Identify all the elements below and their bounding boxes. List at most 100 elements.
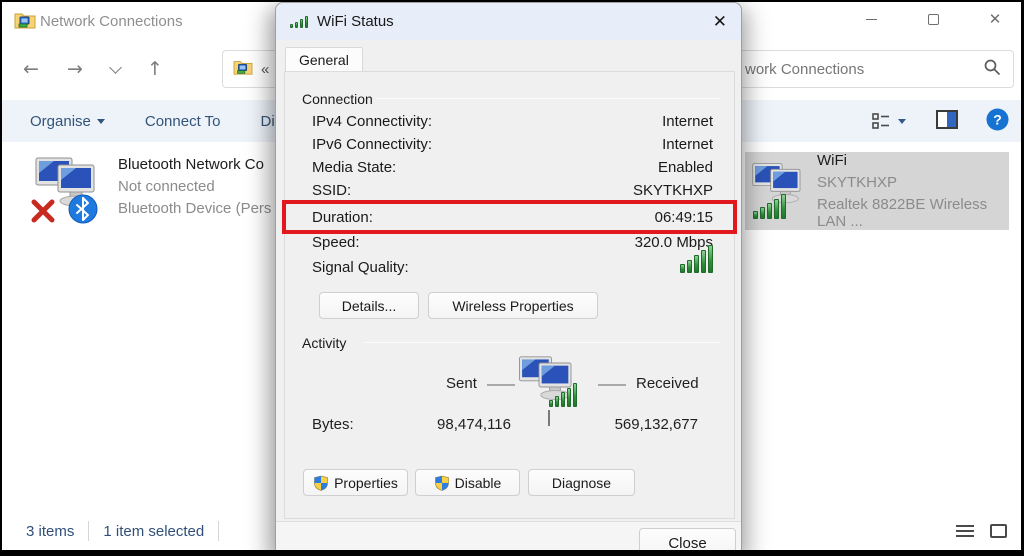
search-text: work Connections bbox=[745, 61, 864, 78]
organise-label: Organise bbox=[30, 113, 91, 130]
close-label: Close bbox=[668, 535, 706, 552]
row-label: IPv6 Connectivity: bbox=[312, 136, 432, 153]
row-label: Speed: bbox=[312, 234, 360, 251]
details-view-icon bbox=[872, 113, 891, 129]
bluetooth-device: Bluetooth Device (Pers bbox=[118, 200, 271, 217]
diagnose-button[interactable]: Diagnose bbox=[528, 469, 635, 496]
search-icon[interactable] bbox=[983, 58, 1001, 80]
signal-quality-bars-icon bbox=[680, 245, 713, 277]
activity-computer-icon bbox=[517, 355, 581, 413]
address-folder-icon bbox=[233, 58, 253, 80]
view-options-button[interactable] bbox=[872, 113, 906, 129]
maximize-icon bbox=[928, 14, 939, 25]
bluetooth-adapter-icon bbox=[28, 150, 106, 228]
bluetooth-status: Not connected bbox=[118, 178, 271, 195]
help-button[interactable]: ? bbox=[986, 108, 1009, 135]
forward-button[interactable]: → bbox=[60, 54, 90, 84]
row-ssid: SSID: SKYTKHXP bbox=[312, 182, 713, 202]
dialog-title: WiFi Status bbox=[317, 13, 394, 30]
connect-to-button[interactable]: Connect To bbox=[145, 113, 221, 130]
bluetooth-title: Bluetooth Network Co bbox=[118, 156, 271, 173]
wifi-title: WiFi bbox=[817, 152, 1009, 169]
bytes-label: Bytes: bbox=[312, 416, 354, 433]
window-title: Network Connections bbox=[40, 13, 183, 30]
recent-locations-button[interactable] bbox=[100, 54, 130, 84]
details-button[interactable]: Details... bbox=[319, 292, 419, 319]
row-value: 06:49:15 bbox=[655, 209, 713, 226]
connect-to-label: Connect To bbox=[145, 113, 221, 130]
disable-label: Disable bbox=[455, 475, 502, 491]
thumbnail-view-button[interactable] bbox=[990, 524, 1007, 538]
wifi-adapter-name: Realtek 8822BE Wireless LAN ... bbox=[817, 196, 1009, 230]
chevron-down-icon bbox=[109, 61, 122, 74]
row-label: Media State: bbox=[312, 159, 396, 176]
divider bbox=[376, 98, 721, 99]
row-media-state: Media State: Enabled bbox=[312, 159, 713, 179]
properties-button[interactable]: Properties bbox=[303, 469, 408, 496]
row-label: IPv4 Connectivity: bbox=[312, 113, 432, 130]
dialog-close-button[interactable]: ✕ bbox=[713, 12, 727, 32]
caret-down-icon bbox=[97, 119, 105, 124]
frame-edge bbox=[0, 0, 2, 556]
disable-button[interactable]: Disable bbox=[415, 469, 520, 496]
help-icon: ? bbox=[986, 108, 1009, 131]
back-button[interactable]: ← bbox=[16, 54, 46, 84]
row-value: SKYTKHXP bbox=[633, 182, 713, 199]
row-label: Duration: bbox=[312, 209, 373, 226]
divider bbox=[364, 342, 721, 343]
signal-bars-icon bbox=[753, 194, 786, 219]
activity-group-label: Activity bbox=[302, 335, 346, 351]
dialog-titlebar: WiFi Status ✕ bbox=[276, 3, 741, 40]
wireless-properties-label: Wireless Properties bbox=[452, 298, 573, 314]
close-window-button[interactable]: ✕ bbox=[972, 2, 1018, 36]
row-value: Enabled bbox=[658, 159, 713, 176]
connection-group-label: Connection bbox=[302, 91, 373, 107]
details-label: Details... bbox=[342, 298, 396, 314]
wifi-adapter-icon bbox=[751, 160, 809, 222]
preview-pane-button[interactable] bbox=[936, 110, 958, 133]
row-speed: Speed: 320.0 Mbps bbox=[312, 234, 713, 254]
search-input[interactable]: work Connections bbox=[732, 50, 1014, 88]
organise-menu[interactable]: Organise bbox=[30, 113, 105, 130]
bluetooth-icon bbox=[68, 194, 98, 224]
wifi-ssid: SKYTKHXP bbox=[817, 174, 1009, 191]
row-ipv4: IPv4 Connectivity: Internet bbox=[312, 113, 713, 133]
tab-strip: General bbox=[276, 40, 741, 73]
row-ipv6: IPv6 Connectivity: Internet bbox=[312, 136, 713, 156]
signal-bars-icon bbox=[549, 383, 577, 407]
bytes-received-value: 569,132,677 bbox=[606, 416, 698, 433]
preview-pane-icon bbox=[936, 110, 958, 129]
divider bbox=[598, 384, 626, 386]
svg-text:?: ? bbox=[993, 111, 1002, 127]
divider bbox=[548, 410, 550, 426]
frame-edge bbox=[0, 550, 1024, 556]
wifi-signal-icon bbox=[290, 16, 308, 28]
divider bbox=[487, 384, 515, 386]
list-view-button[interactable] bbox=[956, 525, 974, 537]
caret-down-icon bbox=[898, 119, 906, 124]
breadcrumb-chevrons[interactable]: « bbox=[261, 61, 269, 78]
tab-general[interactable]: General bbox=[285, 47, 363, 74]
items-count: 3 items bbox=[26, 523, 74, 540]
maximize-button[interactable] bbox=[910, 2, 956, 36]
row-duration: Duration: 06:49:15 bbox=[312, 209, 713, 229]
network-folder-icon bbox=[14, 10, 36, 35]
received-label: Received bbox=[636, 375, 699, 392]
sent-label: Sent bbox=[446, 375, 477, 392]
row-signal-quality: Signal Quality: bbox=[312, 259, 713, 279]
row-label: Signal Quality: bbox=[312, 259, 409, 276]
minimize-icon bbox=[866, 19, 877, 20]
wifi-status-dialog: WiFi Status ✕ General Connection IPv4 Co… bbox=[275, 2, 742, 556]
row-label: SSID: bbox=[312, 182, 351, 199]
uac-shield-icon bbox=[313, 475, 329, 491]
red-x-icon bbox=[30, 198, 56, 224]
row-value: Internet bbox=[662, 113, 713, 130]
divider bbox=[88, 521, 89, 541]
minimize-button[interactable] bbox=[848, 2, 894, 36]
up-button[interactable]: ↑ bbox=[140, 54, 170, 84]
bytes-sent-value: 98,474,116 bbox=[406, 416, 511, 433]
properties-label: Properties bbox=[334, 475, 398, 491]
frame-edge bbox=[0, 0, 1024, 2]
list-item-wifi[interactable]: WiFi SKYTKHXP Realtek 8822BE Wireless LA… bbox=[745, 152, 1009, 230]
wireless-properties-button[interactable]: Wireless Properties bbox=[428, 292, 598, 319]
